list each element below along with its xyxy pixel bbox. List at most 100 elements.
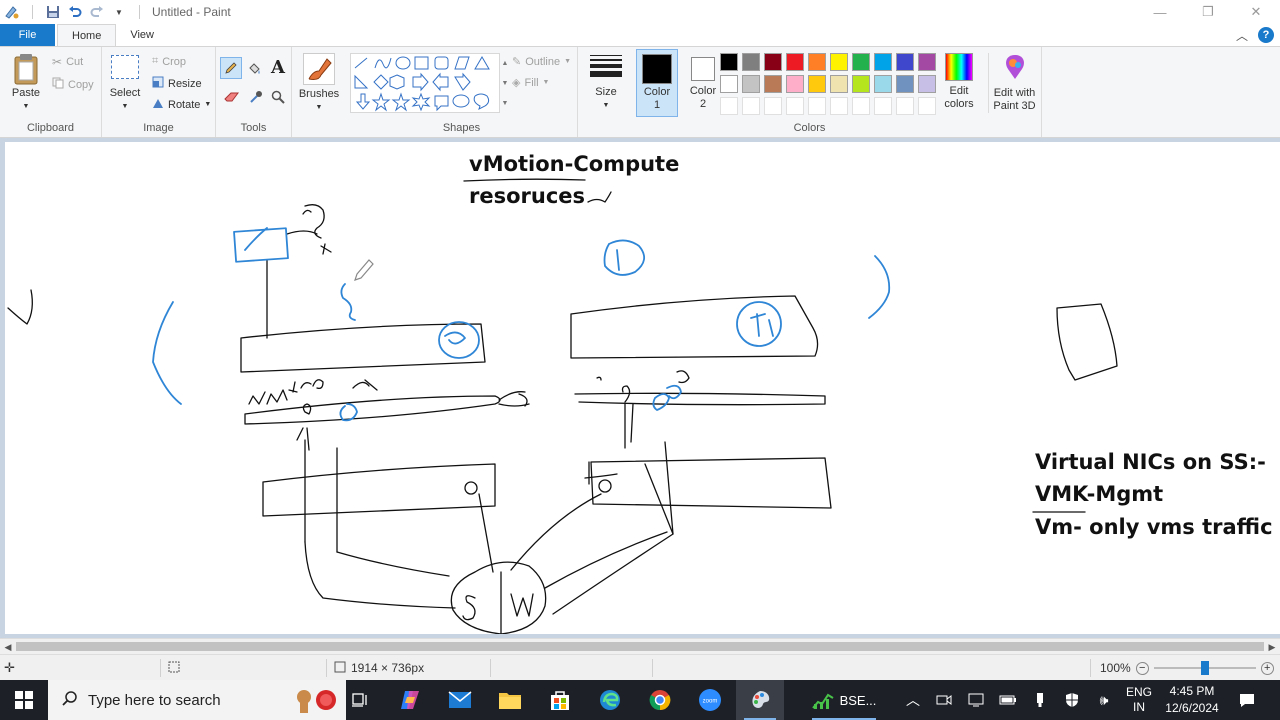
palette-swatch[interactable] xyxy=(918,53,936,71)
tab-file[interactable]: File xyxy=(0,24,55,46)
select-button[interactable]: Select ▼ xyxy=(110,55,140,113)
help-button[interactable]: ? xyxy=(1258,27,1274,43)
redo-icon[interactable] xyxy=(89,4,105,20)
resize-button[interactable]: Resize xyxy=(152,76,202,91)
scrollbar-thumb[interactable] xyxy=(16,642,1264,651)
palette-swatch[interactable] xyxy=(720,75,738,93)
palette-swatch[interactable] xyxy=(852,75,870,93)
custom-color-slot[interactable] xyxy=(742,97,760,115)
tab-view[interactable]: View xyxy=(116,24,168,46)
task-view-button[interactable] xyxy=(336,680,384,720)
chrome-button[interactable] xyxy=(636,680,684,720)
restore-button[interactable]: ❐ xyxy=(1184,0,1232,24)
palette-swatch[interactable] xyxy=(830,53,848,71)
shapes-scroll[interactable]: ▲ ▼ ▼ xyxy=(500,53,510,113)
fill-tool[interactable] xyxy=(244,59,264,79)
shapes-gallery[interactable] xyxy=(350,53,500,113)
scroll-right-icon[interactable]: ▶ xyxy=(1264,639,1280,655)
notifications-button[interactable] xyxy=(1232,680,1262,720)
fill-button[interactable]: ◈ Fill ▼ xyxy=(512,76,549,90)
custom-color-slot[interactable] xyxy=(896,97,914,115)
horizontal-scrollbar[interactable]: ◀ ▶ xyxy=(0,638,1280,654)
bse-app-button[interactable]: BSE... xyxy=(804,680,884,720)
zoom-slider[interactable] xyxy=(1153,661,1256,675)
eraser-tool[interactable] xyxy=(222,87,242,107)
outline-button[interactable]: ✎ Outline ▼ xyxy=(512,55,571,69)
meet-now-icon[interactable] xyxy=(932,680,956,720)
palette-swatch[interactable] xyxy=(742,75,760,93)
palette-swatch[interactable] xyxy=(918,75,936,93)
mail-button[interactable] xyxy=(436,680,484,720)
color2-button[interactable]: Color 2 xyxy=(682,49,724,117)
palette-swatch[interactable] xyxy=(852,53,870,71)
brushes-button[interactable]: Brushes ▼ xyxy=(299,53,339,114)
palette-swatch[interactable] xyxy=(896,75,914,93)
palette-swatch[interactable] xyxy=(874,75,892,93)
palette-swatch[interactable] xyxy=(786,53,804,71)
save-icon[interactable] xyxy=(45,4,61,20)
collapse-ribbon-icon[interactable]: ︿ xyxy=(1236,27,1248,44)
usb-icon[interactable] xyxy=(1028,680,1052,720)
rotate-label: Rotate xyxy=(168,98,201,111)
drawing-canvas[interactable]: vMotion-Compute resoruces Virtual NICs o… xyxy=(5,142,1280,634)
clock[interactable]: 4:45 PM 12/6/2024 xyxy=(1158,680,1226,720)
crop-button[interactable]: ⌗ Crop xyxy=(152,55,186,68)
scroll-left-icon[interactable]: ◀ xyxy=(0,639,16,655)
custom-color-slot[interactable] xyxy=(830,97,848,115)
palette-swatch[interactable] xyxy=(896,53,914,71)
custom-color-slot[interactable] xyxy=(764,97,782,115)
palette-swatch[interactable] xyxy=(808,75,826,93)
rotate-button[interactable]: Rotate ▼ xyxy=(152,97,211,112)
palette-swatch[interactable] xyxy=(830,75,848,93)
paste-button[interactable]: Paste ▼ xyxy=(8,53,44,113)
palette-swatch[interactable] xyxy=(786,75,804,93)
search-highlight-icon[interactable] xyxy=(294,685,338,715)
eyedropper-icon xyxy=(250,91,262,103)
start-button[interactable] xyxy=(0,680,48,720)
magnifier-tool[interactable] xyxy=(268,87,288,107)
minimize-button[interactable]: — xyxy=(1136,0,1184,24)
text-tool[interactable]: A xyxy=(268,57,288,78)
file-explorer-button[interactable] xyxy=(486,680,534,720)
copilot-button[interactable] xyxy=(386,680,434,720)
size-button[interactable]: Size ▼ xyxy=(586,53,626,112)
pencil-tool[interactable] xyxy=(220,57,242,79)
taskbar-search[interactable]: Type here to search xyxy=(48,680,346,720)
zoom-in-icon[interactable]: + xyxy=(1260,661,1274,675)
tray-monitor-icon[interactable] xyxy=(964,680,988,720)
zoom-out-icon[interactable]: − xyxy=(1135,661,1149,675)
custom-color-slot[interactable] xyxy=(874,97,892,115)
store-button[interactable] xyxy=(536,680,584,720)
palette-swatch[interactable] xyxy=(764,75,782,93)
copy-button[interactable]: Copy xyxy=(52,77,94,92)
battery-icon[interactable] xyxy=(996,680,1020,720)
color-picker-tool[interactable] xyxy=(246,87,266,107)
color1-button[interactable]: Color 1 xyxy=(636,49,678,117)
edit-colors-button[interactable]: Edit colors xyxy=(940,53,978,111)
zoom-slider-thumb[interactable] xyxy=(1200,661,1209,675)
custom-color-slot[interactable] xyxy=(720,97,738,115)
customize-quick-access-icon[interactable]: ▼ xyxy=(111,4,127,20)
edge-button[interactable] xyxy=(586,680,634,720)
palette-swatch[interactable] xyxy=(874,53,892,71)
undo-icon[interactable] xyxy=(67,4,83,20)
zoom-level-text: 100% xyxy=(1100,661,1131,675)
palette-swatch[interactable] xyxy=(808,53,826,71)
tab-home[interactable]: Home xyxy=(57,24,117,46)
custom-color-slot[interactable] xyxy=(852,97,870,115)
edit-paint3d-button[interactable]: Edit with Paint 3D xyxy=(988,53,1038,113)
custom-color-slot[interactable] xyxy=(808,97,826,115)
language-indicator[interactable]: ENG IN xyxy=(1122,680,1156,720)
palette-swatch[interactable] xyxy=(764,53,782,71)
zoom-app-button[interactable]: zoom xyxy=(686,680,734,720)
palette-swatch[interactable] xyxy=(720,53,738,71)
security-shield-icon[interactable] xyxy=(1060,680,1084,720)
cut-button[interactable]: ✂ Cut xyxy=(52,55,83,69)
custom-color-slot[interactable] xyxy=(786,97,804,115)
palette-swatch[interactable] xyxy=(742,53,760,71)
custom-color-slot[interactable] xyxy=(918,97,936,115)
volume-icon[interactable]: 🕪 xyxy=(1092,680,1116,720)
show-hidden-icons[interactable]: ︿ xyxy=(902,680,924,720)
paint-taskbar-button[interactable] xyxy=(736,680,784,720)
close-button[interactable]: ✕ xyxy=(1232,0,1280,24)
